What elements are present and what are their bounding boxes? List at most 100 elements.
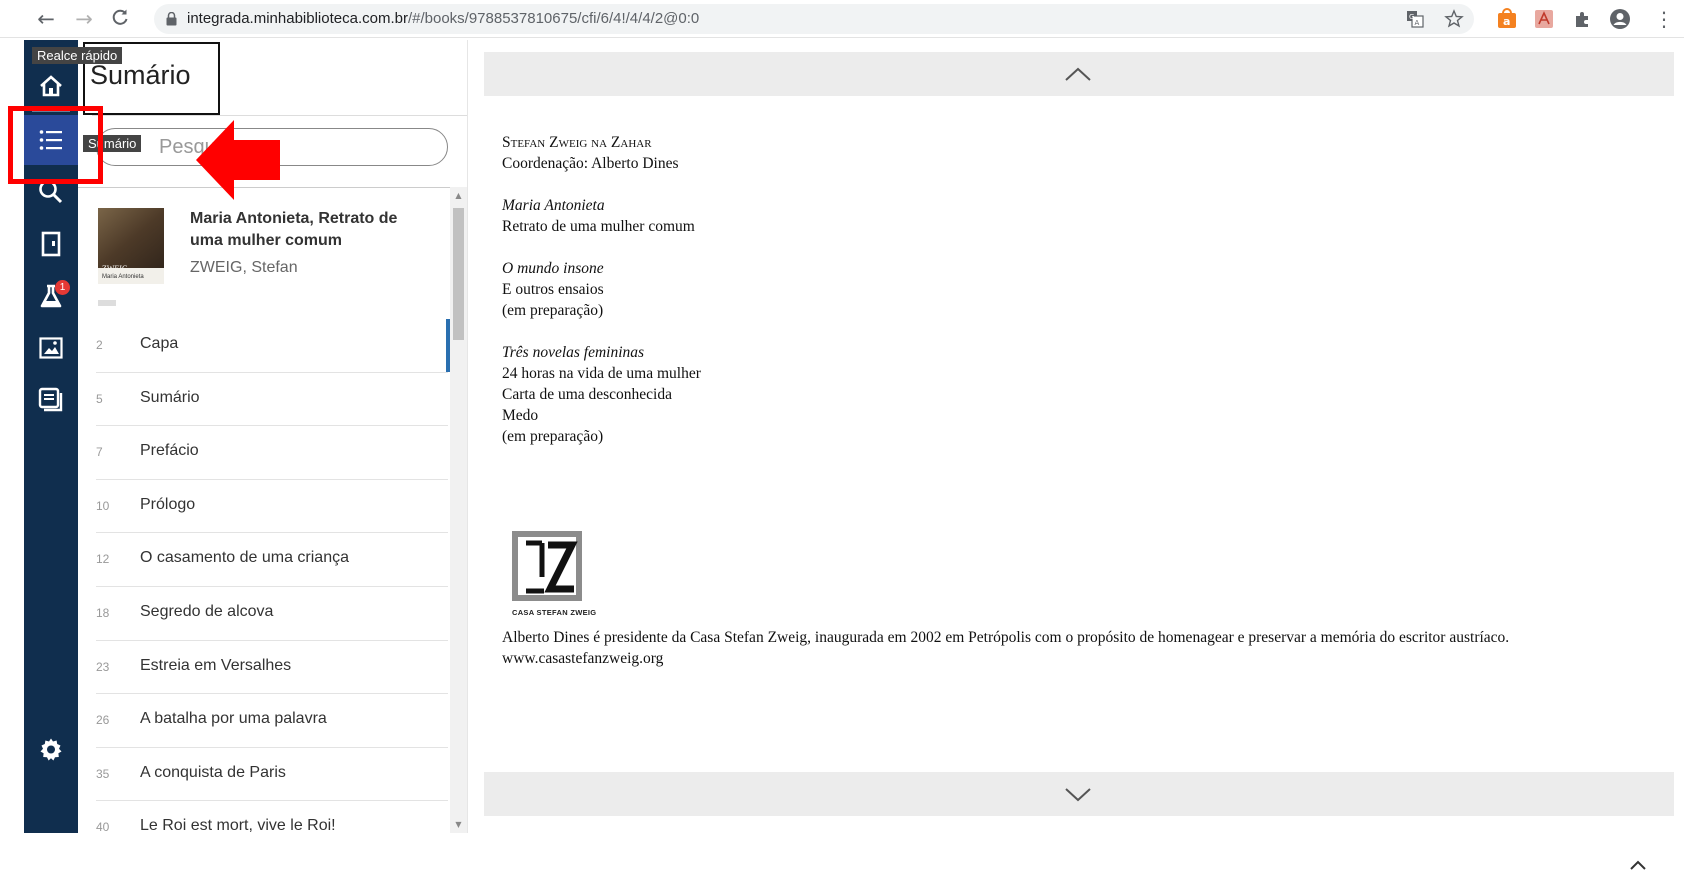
exit-book-button[interactable] xyxy=(24,221,78,267)
toc-page-number: 18 xyxy=(96,605,110,620)
forward-button[interactable]: → xyxy=(72,7,96,31)
url-host: integrada.minhabiblioteca.com.br xyxy=(187,10,408,27)
toc-item[interactable]: 12 O casamento de uma criança xyxy=(96,533,448,587)
svg-text:A: A xyxy=(1415,19,1420,27)
toc-item-label: O casamento de uma criança xyxy=(140,549,349,567)
work-title: O mundo insone xyxy=(502,260,604,277)
notes-icon xyxy=(38,387,63,412)
series-coordinator: Coordenação: Alberto Dines xyxy=(502,155,679,172)
toc-item[interactable]: 10 Prólogo xyxy=(96,480,448,534)
work-subtitle: Retrato de uma mulher comum xyxy=(502,218,695,235)
series-title: Stefan Zweig na Zahar xyxy=(502,134,652,151)
cover-subtitle: Maria Antonieta xyxy=(102,274,144,280)
toc-page-number: 2 xyxy=(96,338,103,352)
home-tooltip: Realce rápido xyxy=(32,47,123,64)
book-page-content: Stefan Zweig na Zahar Coordenação: Alber… xyxy=(502,132,1662,468)
logo-caption: CASA STEFAN ZWEIG xyxy=(512,608,597,617)
annotation-highlight-box xyxy=(8,106,103,184)
work-line: Medo xyxy=(502,407,539,424)
toc-item-label: Prefácio xyxy=(140,442,199,460)
svg-text:a: a xyxy=(1503,15,1510,28)
scroll-top-icon[interactable] xyxy=(1627,858,1649,872)
toc-item[interactable]: 35 A conquista de Paris xyxy=(96,748,448,802)
toc-page-number: 35 xyxy=(96,766,110,781)
scroll-down-arrow[interactable]: ▼ xyxy=(450,816,467,833)
work-line: Carta de uma desconhecida xyxy=(502,386,672,403)
toc-page-number: 26 xyxy=(96,713,110,728)
url-path: /#/books/9788537810675/cfi/6/4!/4/4/2@0:… xyxy=(407,10,700,27)
translate-icon[interactable]: G A xyxy=(1406,10,1424,28)
toc-item[interactable]: 18 Segredo de alcova xyxy=(96,587,448,641)
book-title: Maria Antonieta, Retrato de uma mulher c… xyxy=(190,210,398,249)
work-entry: Três novelas femininas 24 horas na vida … xyxy=(502,342,1662,447)
reload-button[interactable] xyxy=(108,7,132,31)
toc-item-label: Segredo de alcova xyxy=(140,602,274,620)
toc-divider xyxy=(92,115,467,116)
back-button[interactable]: ← xyxy=(34,7,58,31)
notes-button[interactable] xyxy=(24,377,78,423)
star-icon[interactable] xyxy=(1444,9,1464,29)
casa-stefan-zweig-logo xyxy=(512,531,582,601)
gear-icon xyxy=(40,738,62,761)
toc-page-number: 7 xyxy=(96,445,103,460)
profile-icon[interactable] xyxy=(1609,8,1631,30)
images-button[interactable] xyxy=(24,325,78,371)
toc-item-label: Estreia em Versalhes xyxy=(140,656,292,674)
notification-badge: 1 xyxy=(55,280,70,295)
settings-button[interactable] xyxy=(24,727,78,773)
lab-button[interactable]: 1 xyxy=(24,273,78,319)
reader-pane: Stefan Zweig na Zahar Coordenação: Alber… xyxy=(470,40,1684,870)
cover-thumbnail-marker xyxy=(98,300,116,306)
address-bar[interactable]: integrada.minhabiblioteca.com.br/#/books… xyxy=(154,4,1474,34)
toc-item-label: Sumário xyxy=(140,388,200,406)
puzzle-icon[interactable] xyxy=(1572,8,1594,30)
chevron-up-icon xyxy=(1065,67,1091,81)
work-title: Maria Antonieta xyxy=(502,197,605,214)
toc-page-number: 10 xyxy=(96,498,110,513)
image-icon xyxy=(39,337,63,359)
work-note: (em preparação) xyxy=(502,302,604,319)
toc-item-label: Le Roi est mort, vive le Roi! xyxy=(140,817,336,833)
browser-menu-button[interactable]: ⋮ xyxy=(1652,7,1676,31)
shopping-extension-icon[interactable]: a xyxy=(1496,8,1518,30)
toc-page-number: 5 xyxy=(96,391,103,406)
chevron-down-icon xyxy=(1065,788,1091,802)
pdf-extension-icon[interactable] xyxy=(1533,8,1555,30)
toc-scrollbar-thumb[interactable] xyxy=(453,208,464,340)
series-header: Stefan Zweig na Zahar Coordenação: Alber… xyxy=(502,132,1662,174)
home-button[interactable] xyxy=(24,63,78,109)
toc-list: 2 Capa 5 Sumário 7 Prefácio 10 Prólogo 12 O c… xyxy=(78,319,467,833)
toc-item[interactable]: 23 Estreia em Versalhes xyxy=(96,641,448,695)
toc-item[interactable]: 26 A batalha por uma palavra xyxy=(96,694,448,748)
browser-toolbar: ← → integrada.minhabiblioteca.com.br/#/b… xyxy=(0,0,1684,38)
work-subtitle: E outros ensaios xyxy=(502,281,604,298)
work-note: (em preparação) xyxy=(502,428,604,445)
toc-item-label: A batalha por uma palavra xyxy=(140,710,327,728)
work-entry: O mundo insone E outros ensaios (em prep… xyxy=(502,258,1662,321)
bio-url: www.casastefanzweig.org xyxy=(502,650,664,667)
work-line: 24 horas na vida de uma mulher xyxy=(502,365,701,382)
url-text: integrada.minhabiblioteca.com.br/#/books… xyxy=(187,10,699,27)
toc-item-label: Capa xyxy=(140,335,179,352)
toc-item[interactable]: 2 Capa xyxy=(96,319,450,373)
page-title: Sumário xyxy=(90,60,191,90)
previous-page-button[interactable] xyxy=(484,52,1674,96)
toc-item-label: A conquista de Paris xyxy=(140,763,286,781)
home-icon xyxy=(40,75,62,97)
work-title: Três novelas femininas xyxy=(502,344,645,361)
toc-item[interactable]: 5 Sumário xyxy=(96,373,448,427)
annotation-arrow-icon xyxy=(196,120,280,200)
toc-page-number: 12 xyxy=(96,552,110,567)
book-cover[interactable]: ZWEIG Maria Antonieta xyxy=(98,208,164,284)
reload-icon xyxy=(112,9,128,25)
door-icon xyxy=(41,231,61,257)
scroll-up-arrow[interactable]: ▲ xyxy=(450,187,467,204)
toc-item[interactable]: 7 Prefácio xyxy=(96,426,448,480)
bio-text: Alberto Dines é presidente da Casa Stefa… xyxy=(502,629,1510,646)
toc-item[interactable]: 40 Le Roi est mort, vive le Roi! xyxy=(96,801,448,833)
lock-icon xyxy=(166,12,177,26)
book-author: ZWEIG, Stefan xyxy=(190,259,298,276)
toc-item-label: Prólogo xyxy=(140,495,196,513)
next-page-button[interactable] xyxy=(484,772,1674,816)
toc-page-number: 23 xyxy=(96,659,110,674)
